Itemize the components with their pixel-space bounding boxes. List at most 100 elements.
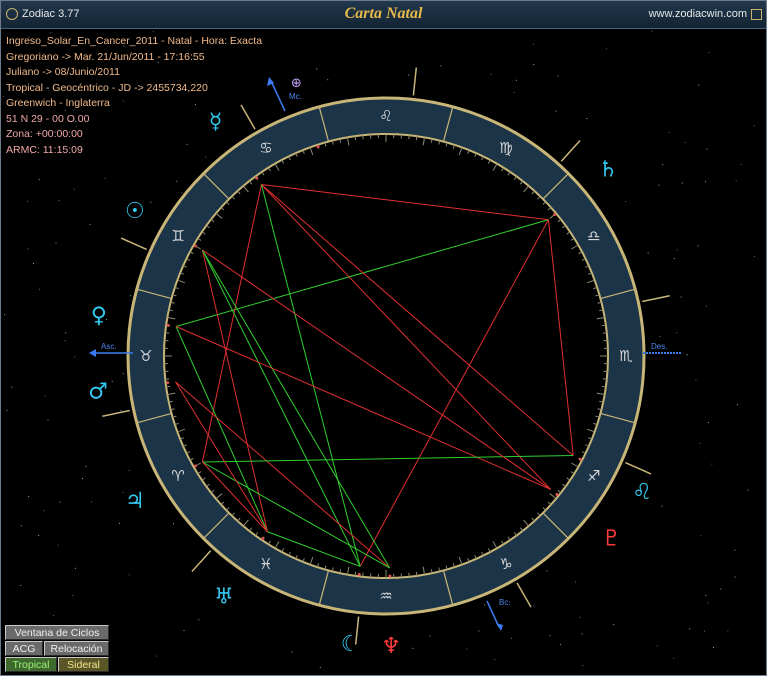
degree-tick xyxy=(231,195,235,200)
relocacion-button[interactable]: Relocación xyxy=(44,641,109,656)
degree-tick xyxy=(167,316,176,320)
star xyxy=(707,602,709,604)
house-cusp-ray xyxy=(642,294,670,303)
star xyxy=(582,664,584,666)
degree-tick xyxy=(458,147,463,156)
title-bar[interactable]: Zodiac 3.77 Carta Natal www.zodiacwin.co… xyxy=(1,1,766,29)
star xyxy=(156,655,158,657)
star xyxy=(11,386,13,388)
info-coords: 51 N 29 - 00 O 00 xyxy=(6,112,90,125)
info-zone: Zona: +00:00:00 xyxy=(6,128,83,140)
website-url[interactable]: www.zodiacwin.com xyxy=(649,8,747,20)
neptune-marker xyxy=(388,574,392,578)
star xyxy=(625,201,627,203)
close-icon[interactable] xyxy=(751,9,762,20)
degree-tick xyxy=(519,180,524,185)
degree-tick xyxy=(422,566,426,575)
info-event: Ingreso_Solar_En_Cancer_2011 - Natal - H… xyxy=(6,35,263,47)
star xyxy=(586,118,588,119)
uranus-icon[interactable]: ♅ xyxy=(214,584,234,609)
degree-tick xyxy=(537,512,541,517)
star xyxy=(484,604,486,606)
star xyxy=(38,535,40,536)
jupiter-icon[interactable]: ♃ xyxy=(125,489,145,514)
star xyxy=(708,52,710,53)
mars-icon[interactable]: ♂ xyxy=(88,379,108,404)
degree-tick xyxy=(571,244,579,250)
star xyxy=(676,332,678,334)
degree-tick xyxy=(492,541,498,549)
degree-tick xyxy=(523,185,530,193)
star xyxy=(680,296,682,298)
pluto-marker xyxy=(555,492,559,496)
star xyxy=(91,501,92,503)
house-cusp-ray xyxy=(625,461,652,475)
degree-tick xyxy=(215,493,223,500)
star xyxy=(651,30,653,32)
star xyxy=(173,523,174,525)
house-cusp-ray xyxy=(560,139,581,162)
star xyxy=(681,182,683,184)
neptune-icon[interactable]: ♆ xyxy=(381,634,401,659)
degree-tick xyxy=(354,571,357,576)
star xyxy=(703,630,705,632)
zodiac-wheel: ♈♉♊♋♌♍♎♏♐♑♒♓ xyxy=(126,96,646,616)
star xyxy=(661,505,663,507)
saturn-marker xyxy=(553,213,557,217)
degree-tick xyxy=(274,163,280,171)
sideral-button[interactable]: Sideral xyxy=(58,657,109,672)
star xyxy=(20,585,22,586)
star xyxy=(533,605,535,607)
star xyxy=(673,258,675,260)
aspect-line xyxy=(201,249,268,532)
degree-tick xyxy=(206,483,210,487)
star xyxy=(53,615,54,616)
star xyxy=(39,288,41,290)
degree-tick xyxy=(220,501,225,505)
star xyxy=(689,628,691,630)
sun-icon[interactable]: ☉ xyxy=(125,199,145,224)
degree-tick xyxy=(210,218,215,223)
saturn-icon[interactable]: ♄ xyxy=(598,158,618,183)
star xyxy=(605,48,607,50)
star xyxy=(85,465,87,467)
degree-tick xyxy=(586,279,595,284)
aspect-line xyxy=(359,219,549,567)
degree-tick xyxy=(242,185,249,193)
star xyxy=(662,164,664,166)
star xyxy=(72,595,74,597)
degree-tick xyxy=(601,385,606,388)
degree-tick xyxy=(220,207,225,211)
degree-tick xyxy=(549,493,557,500)
planet-glyphs: ☉☿♀♂♃♅☾ ♆♇♌♄⊕ xyxy=(88,76,652,659)
star xyxy=(753,256,755,257)
ventana-de-ciclos-button[interactable]: Ventana de Ciclos xyxy=(5,625,109,640)
star xyxy=(613,624,615,626)
tropical-button[interactable]: Tropical xyxy=(5,657,57,672)
part-of-fortune-icon[interactable]: ⊕ xyxy=(291,76,302,91)
star xyxy=(676,249,678,251)
star xyxy=(176,180,178,182)
star xyxy=(711,463,713,465)
degree-tick xyxy=(415,136,418,141)
pluto-icon[interactable]: ♇ xyxy=(602,527,622,552)
star xyxy=(706,305,707,307)
venus-icon[interactable]: ♀ xyxy=(91,304,107,329)
star xyxy=(706,148,708,150)
star xyxy=(686,354,688,356)
degree-tick xyxy=(225,201,230,205)
degree-tick xyxy=(523,519,530,527)
star xyxy=(740,163,742,165)
star xyxy=(734,549,736,551)
acg-button[interactable]: ACG xyxy=(5,641,43,656)
degree-tick xyxy=(177,428,186,433)
pisces-sign-icon: ♓ xyxy=(259,555,272,573)
house-cusp-ray xyxy=(191,550,212,573)
leo-point-icon[interactable]: ♌ xyxy=(632,480,652,505)
star xyxy=(412,647,414,649)
degree-tick xyxy=(261,171,265,176)
moon-icon[interactable]: ☾ xyxy=(341,632,361,657)
aquarius-sign-icon: ♒ xyxy=(379,587,392,605)
degree-tick xyxy=(566,477,571,481)
star xyxy=(327,79,329,81)
